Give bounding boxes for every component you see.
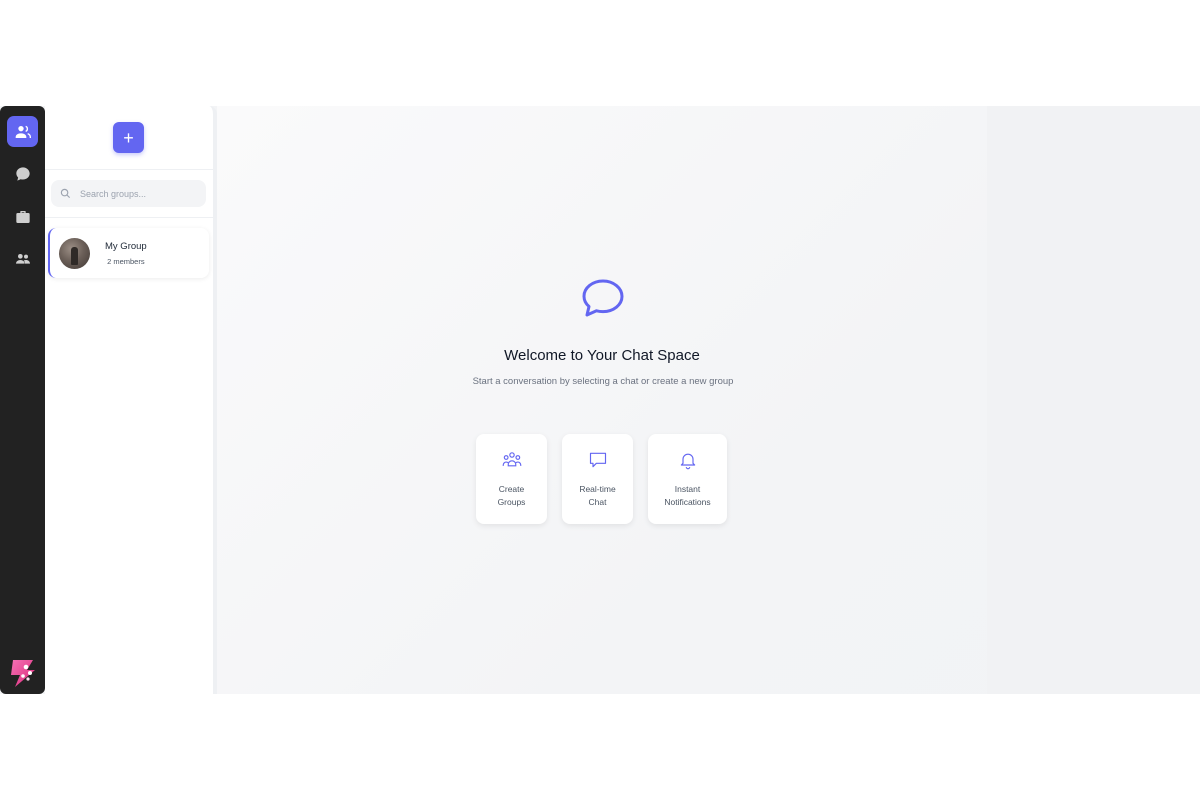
- group-name: My Group: [105, 240, 147, 252]
- rail-contacts-button[interactable]: [7, 243, 38, 274]
- chat-bubble-icon: [582, 279, 624, 317]
- feature-card-realtime-chat: Real-time Chat: [562, 434, 633, 524]
- group-info: My Group 2 members: [105, 241, 147, 266]
- icon-rail: [0, 106, 45, 694]
- users-icon: [15, 125, 31, 138]
- feature-card-instant-notifications: Instant Notifications: [648, 434, 727, 524]
- rail-groups-button[interactable]: [7, 116, 38, 147]
- divider: [45, 217, 213, 218]
- main-content: Welcome to Your Chat Space Start a conve…: [217, 106, 1200, 694]
- search-input[interactable]: [80, 188, 200, 199]
- divider: [45, 169, 213, 170]
- feature-label: Real-time Chat: [579, 484, 616, 507]
- feature-label: Create Groups: [497, 484, 526, 507]
- group-list-item[interactable]: My Group 2 members: [48, 228, 209, 278]
- bell-icon: [680, 453, 695, 470]
- group-avatar: [59, 237, 90, 269]
- chat-bubble-icon: [15, 166, 30, 181]
- app-window: + My Group 2 members Welcome to Your Cha…: [0, 106, 1200, 694]
- rail-work-button[interactable]: [7, 201, 38, 232]
- add-group-button[interactable]: +: [113, 122, 144, 153]
- search-box: [51, 180, 206, 207]
- feature-label: Instant Notifications: [664, 484, 711, 507]
- app-logo-icon: [11, 660, 35, 687]
- welcome-subtitle: Start a conversation by selecting a chat…: [472, 376, 734, 387]
- feature-card-create-groups: Create Groups: [476, 434, 547, 524]
- group-member-count: 2 members: [107, 256, 145, 266]
- group-icon: [502, 452, 521, 467]
- groups-panel: + My Group 2 members: [45, 106, 217, 694]
- rail-chats-button[interactable]: [7, 158, 38, 189]
- welcome-title: Welcome to Your Chat Space: [504, 347, 700, 364]
- message-icon: [589, 452, 606, 468]
- people-icon: [15, 253, 30, 264]
- background-strip: [987, 106, 1200, 694]
- briefcase-icon: [15, 210, 30, 223]
- search-icon: [60, 188, 71, 199]
